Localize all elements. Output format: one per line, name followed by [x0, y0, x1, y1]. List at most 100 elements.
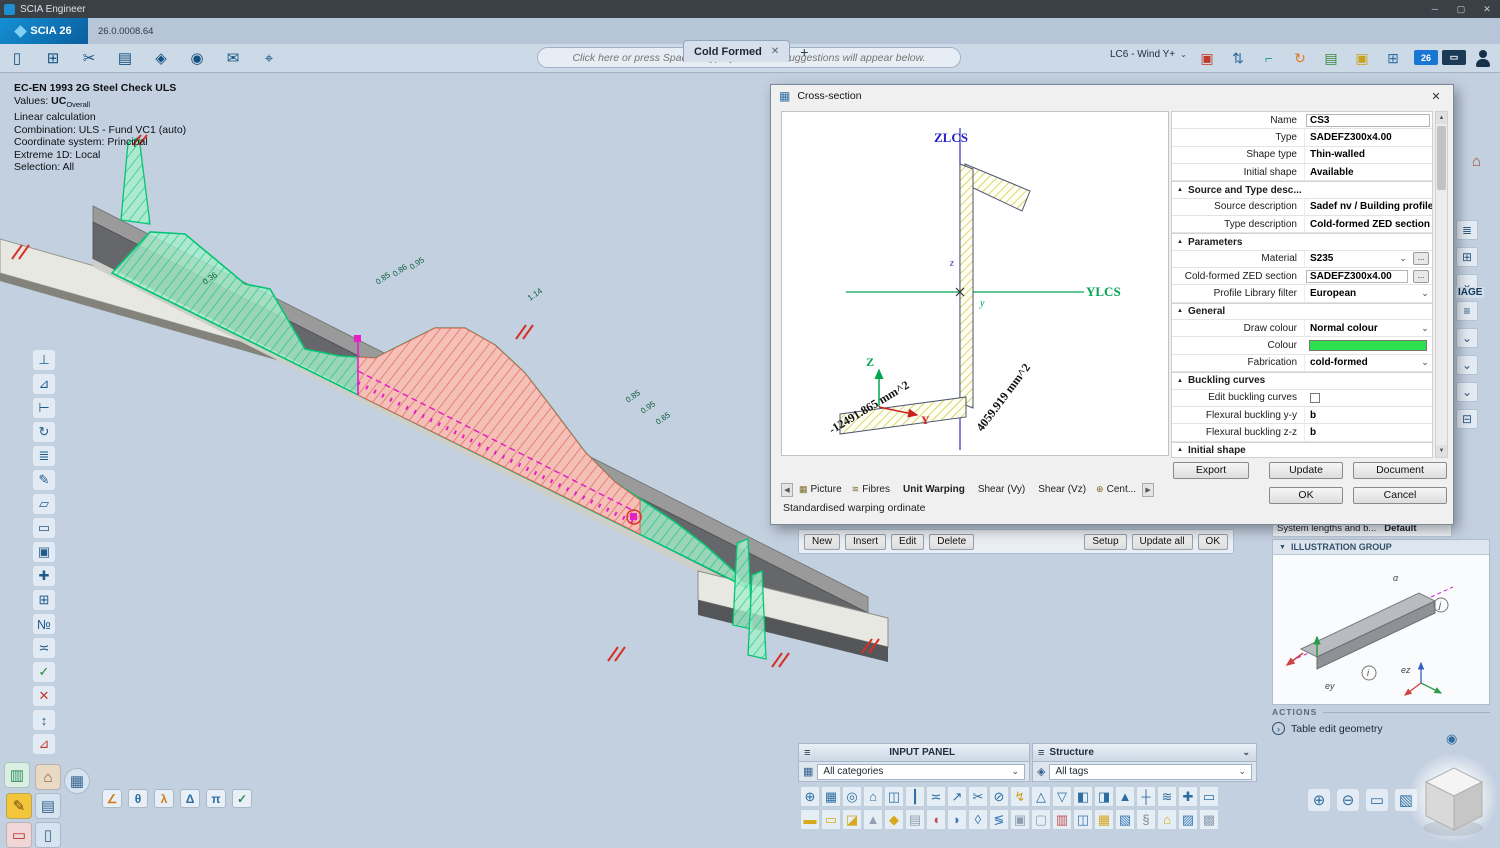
load-case-selector[interactable]: LC6 - Wind Y+ ⌄: [1110, 49, 1187, 60]
snap-settings-icon[interactable]: ▦: [64, 768, 90, 794]
draw-mode-icon[interactable]: ✎: [6, 793, 32, 819]
structure-panel-header[interactable]: ≡ Structure ⌄: [1032, 743, 1257, 762]
mesh-icon[interactable]: ▦: [1094, 809, 1114, 830]
property-row[interactable]: ▲ Cold-formed ZED section SADEFZ300x4.00…: [1172, 268, 1432, 285]
section-marker-icon[interactable]: ▲: [1177, 308, 1183, 314]
zoom-out-icon[interactable]: ⊖: [1337, 789, 1359, 811]
theta-icon[interactable]: θ: [128, 789, 148, 808]
property-row[interactable]: ▲ Initial shape Available ⌄ ...: [1172, 164, 1432, 181]
scroll-up-icon[interactable]: ▲: [1436, 112, 1447, 124]
plate-tool-icon[interactable]: ▭: [1199, 786, 1219, 807]
database-badge[interactable]: ▭: [1442, 50, 1466, 65]
tags-select[interactable]: All tags ⌄: [1049, 764, 1252, 780]
tabs-prev-icon[interactable]: ◀: [781, 483, 793, 497]
document-tab[interactable]: Cold Formed ✕: [683, 40, 790, 62]
minimize-button[interactable]: ─: [1422, 0, 1448, 18]
property-row[interactable]: ▲ Parameters ⌄ ...: [1172, 233, 1432, 250]
tools-icon[interactable]: ✂: [76, 46, 102, 70]
notes-icon[interactable]: ▤: [1320, 46, 1342, 70]
property-row[interactable]: ▲ Source description Sadef nv / Building…: [1172, 199, 1432, 216]
new-tab-button[interactable]: +: [800, 42, 808, 62]
support-fixed-icon[interactable]: ⊥: [33, 350, 55, 370]
column-panel-icon[interactable]: ▯: [35, 822, 61, 848]
property-row[interactable]: ▲ Type SADEFZ300x4.00 ⌄ ...: [1172, 129, 1432, 146]
picture-tab[interactable]: ≋ Fibres: [847, 482, 895, 498]
picture-tab[interactable]: ▦ Picture: [794, 482, 847, 498]
property-row[interactable]: ▲ Colour ⌄ ...: [1172, 337, 1432, 354]
support-hinged-icon[interactable]: ⊿: [33, 374, 55, 394]
point-load-icon[interactable]: ◆: [884, 809, 904, 830]
property-row[interactable]: ▲ Type description Cold-formed ZED secti…: [1172, 216, 1432, 233]
layer-icon[interactable]: ▤: [905, 809, 925, 830]
column-tool-icon[interactable]: ◫: [884, 786, 904, 807]
snap-grid-icon[interactable]: ⊞: [33, 590, 55, 610]
levels-icon[interactable]: ⇅: [1227, 46, 1249, 70]
property-row[interactable]: ▲ Name CS3 ⌄ ...: [1172, 112, 1432, 129]
zoom-window-icon[interactable]: ▭: [1366, 789, 1388, 811]
hatch-icon[interactable]: ▥: [1052, 809, 1072, 830]
property-row[interactable]: ▲ Flexural buckling y-y b ⌄ ...: [1172, 407, 1432, 424]
list-action-button[interactable]: OK: [1198, 534, 1228, 550]
frame-tool-icon[interactable]: ⌂: [863, 786, 883, 807]
wave-tool-icon[interactable]: ≋: [1157, 786, 1177, 807]
add-member-icon[interactable]: ✚: [1178, 786, 1198, 807]
list-action-button[interactable]: Edit: [891, 534, 924, 550]
grid-check-icon[interactable]: ⊞: [1382, 46, 1404, 70]
property-row[interactable]: ▲ Edit buckling curves ⌄ ...: [1172, 390, 1432, 407]
clipboard-icon[interactable]: ▣: [1196, 46, 1218, 70]
section-marker-icon[interactable]: ▲: [1177, 187, 1183, 193]
section-marker-icon[interactable]: ▲: [1177, 239, 1183, 245]
opening-tool-icon[interactable]: ⊘: [989, 786, 1009, 807]
layers-panel-icon[interactable]: ▤: [35, 793, 61, 819]
crossing-tool-icon[interactable]: ┼: [1136, 786, 1156, 807]
chevron3-icon[interactable]: ⌄: [1456, 382, 1478, 402]
section-marker-icon[interactable]: ▲: [1177, 378, 1183, 384]
line-load-icon[interactable]: ▬: [800, 809, 820, 830]
hatch-display-icon[interactable]: ≣: [33, 446, 55, 466]
member-icon[interactable]: ▭: [6, 822, 32, 848]
scia-logo[interactable]: SCIA 26: [0, 18, 88, 44]
tab-close-icon[interactable]: ✕: [771, 46, 779, 57]
structure-dropdown-icon[interactable]: ⌄: [1242, 747, 1250, 758]
chevron2-icon[interactable]: ⌄: [1456, 355, 1478, 375]
rotate-view-icon[interactable]: ↻: [33, 422, 55, 442]
corner-load-icon[interactable]: ◪: [842, 809, 862, 830]
close-button[interactable]: ✕: [1474, 0, 1500, 18]
combo-icon[interactable]: ◫: [1073, 809, 1093, 830]
input-panel-menu-icon[interactable]: ≡: [804, 747, 810, 759]
property-row[interactable]: ▲ Draw colour Normal colour ⌄ ...: [1172, 320, 1432, 337]
dimension-icon[interactable]: ⊿: [33, 734, 55, 754]
categories-select[interactable]: All categories ⌄: [817, 764, 1025, 780]
accept-icon[interactable]: ✓: [33, 662, 55, 682]
annotate-icon[interactable]: ✎: [33, 470, 55, 490]
section-marker-icon[interactable]: ▲: [1177, 447, 1183, 453]
roof-tool-icon[interactable]: ▲: [1115, 786, 1135, 807]
moment-right-icon[interactable]: ◗: [947, 809, 967, 830]
list-action-button[interactable]: Update all: [1132, 534, 1193, 550]
wall-right-tool-icon[interactable]: ◨: [1094, 786, 1114, 807]
grid-dense-icon[interactable]: ▩: [1199, 809, 1219, 830]
home-view-icon[interactable]: ⌂: [1472, 153, 1481, 170]
edit-buckling-checkbox[interactable]: [1310, 393, 1320, 403]
list-action-button[interactable]: Insert: [845, 534, 886, 550]
cut-tool-icon[interactable]: ✂: [968, 786, 988, 807]
house-tool-icon[interactable]: ⌂: [1157, 809, 1177, 830]
delta-icon[interactable]: Δ: [180, 789, 200, 808]
mail-icon[interactable]: ✉: [220, 46, 246, 70]
export-button[interactable]: Export: [1173, 462, 1249, 479]
frame-select-icon[interactable]: ▭: [33, 518, 55, 538]
visibility-icon[interactable]: ◉: [184, 46, 210, 70]
input-panel-header[interactable]: ≡ INPUT PANEL: [798, 743, 1030, 762]
diagonal-tool-icon[interactable]: ↗: [947, 786, 967, 807]
scroll-thumb[interactable]: [1437, 126, 1446, 190]
printer-icon[interactable]: ▤: [112, 46, 138, 70]
hatch-dense-icon[interactable]: ▨: [1178, 809, 1198, 830]
section-sign-icon[interactable]: §: [1136, 809, 1156, 830]
structure-menu-icon[interactable]: ≡: [1038, 747, 1044, 759]
beam-tool-icon[interactable]: ┃: [905, 786, 925, 807]
pi-icon[interactable]: π: [206, 789, 226, 808]
property-row[interactable]: ▲ Flexural buckling z-z b ⌄ ...: [1172, 424, 1432, 441]
circle-tool-icon[interactable]: ◎: [842, 786, 862, 807]
gallery-icon[interactable]: ⊞: [40, 46, 66, 70]
numbering-icon[interactable]: №: [33, 614, 55, 634]
